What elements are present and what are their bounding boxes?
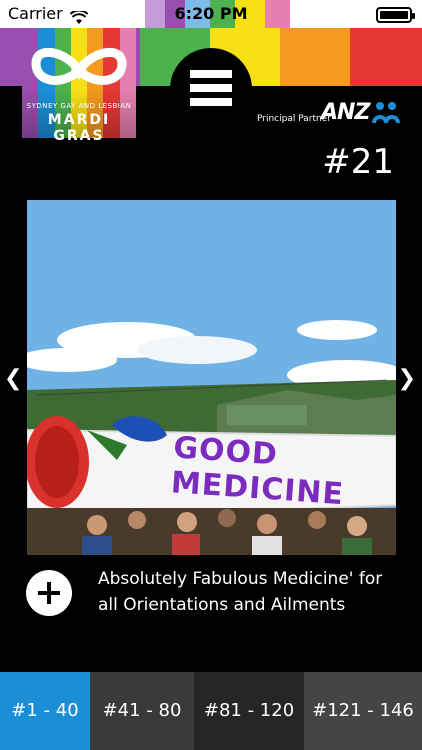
tab-41-80[interactable]: #41 - 80 (90, 672, 194, 750)
tab-121-146[interactable]: #121 - 146 (304, 672, 422, 750)
status-bar: Carrier 6:20 PM (0, 0, 422, 28)
infinity-heart-icon (31, 47, 127, 85)
chevron-left-icon[interactable]: ❮ (4, 366, 22, 391)
plus-icon[interactable] (26, 570, 72, 616)
hamburger-icon (190, 70, 232, 112)
mardi-gras-logo[interactable]: SYDNEY GAY AND LESBIAN MARDI GRAS (22, 28, 136, 144)
photo-number: #21 (322, 142, 394, 182)
anz-people-icon (372, 101, 400, 129)
status-time: 6:20 PM (174, 4, 248, 23)
chevron-right-icon[interactable]: ❯ (398, 366, 416, 391)
logo-title: MARDI GRAS (47, 112, 111, 144)
range-tabs: #1 - 40 #41 - 80 #81 - 120 #121 - 146 (0, 672, 422, 750)
tab-1-40[interactable]: #1 - 40 (0, 672, 90, 750)
principal-partner-label: Principal Partner (257, 114, 331, 124)
tab-81-120[interactable]: #81 - 120 (194, 672, 304, 750)
battery-icon (376, 7, 415, 23)
logo-subtitle: SYDNEY GAY AND LESBIAN (26, 102, 132, 110)
photo-caption: Absolutely Fabulous Medicine' for all Or… (98, 569, 383, 615)
anz-logo: ANZ (321, 100, 370, 125)
menu-button[interactable] (170, 48, 252, 130)
gallery-photo[interactable]: GOOD MEDICINE (27, 200, 396, 555)
